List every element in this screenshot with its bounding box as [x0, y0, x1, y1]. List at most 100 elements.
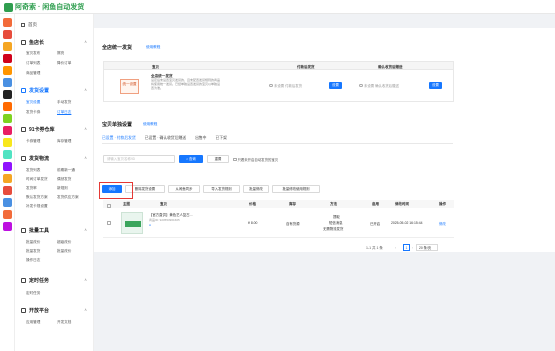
table-row[interactable]: 【官方直供】黄色艺人复古... 商品ID: 920553961605 A ¥ 8…	[103, 208, 454, 238]
sidebar-item[interactable]: 手动发货	[57, 100, 71, 105]
sidebar-item[interactable]: 擦亮	[57, 51, 64, 56]
chevron-up-icon[interactable]: ∧	[84, 227, 87, 232]
next-page-icon[interactable]: ›	[412, 246, 413, 250]
rail-app-icon[interactable]	[3, 78, 12, 87]
product-name[interactable]: 【官方直供】黄色艺人复古...	[149, 212, 193, 217]
rail-app-icon[interactable]	[3, 174, 12, 183]
col-item: 宝贝	[152, 64, 159, 69]
sidebar-item[interactable]: 发货卡券	[26, 110, 40, 115]
sidebar-item[interactable]: 操作日志	[26, 258, 40, 263]
sidebar-item[interactable]: 商品管理	[26, 71, 40, 76]
rail-app-icon[interactable]	[3, 102, 12, 111]
radio-paid[interactable]: 未设置 付款后发货	[269, 83, 302, 88]
sidebar-section-delivery[interactable]: 发货设置	[21, 87, 49, 94]
rail-app-icon[interactable]	[3, 126, 12, 135]
rail-app-icon[interactable]	[3, 138, 12, 147]
rail-app-icon[interactable]	[3, 162, 12, 171]
sidebar-item[interactable]: 前期新一通	[57, 168, 75, 173]
app-title: 阿奇索 · 闲鱼自动发货	[15, 4, 85, 11]
unified-help-link[interactable]: 使用教程	[146, 45, 160, 50]
rail-app-icon[interactable]	[3, 210, 12, 219]
sidebar-item[interactable]: 应用管理	[26, 320, 40, 325]
page-size-select[interactable]: 20 条/页	[416, 244, 438, 251]
sidebar-section-coupon[interactable]: 91卡券仓库	[21, 126, 55, 133]
product-price: ¥ 8.00	[248, 221, 258, 225]
rail-app-icon[interactable]	[3, 198, 12, 207]
sidebar-item[interactable]: 补发卡规设置	[26, 204, 48, 209]
sidebar-item[interactable]: 偶然发货	[57, 177, 71, 182]
set-confirm-button[interactable]: 设置	[429, 82, 442, 89]
chevron-up-icon[interactable]: ∧	[84, 87, 87, 92]
app-logo[interactable]: 阿奇索 · 闲鱼自动发货	[4, 2, 84, 12]
row-checkbox[interactable]	[107, 221, 111, 225]
rail-app-icon[interactable]	[3, 186, 12, 195]
sidebar: 首页 鱼店长 ∧ 宝贝发布 擦亮 订单列表 降价订单 商品管理 发货设置 ∧ 宝…	[15, 14, 94, 351]
sidebar-item[interactable]: 定时任务	[26, 291, 40, 296]
sidebar-item[interactable]: 发货供应方案	[57, 195, 79, 200]
rail-app-icon[interactable]	[3, 222, 12, 231]
sidebar-section-logistics[interactable]: 发货物流	[21, 155, 49, 162]
edit-link[interactable]: 修改	[439, 221, 446, 226]
chevron-up-icon[interactable]: ∧	[84, 155, 87, 160]
rail-app-icon[interactable]	[3, 42, 12, 51]
modified-time: 2025-05-02 16:15:44	[391, 221, 423, 225]
sidebar-item[interactable]: 发货列表	[26, 168, 40, 173]
sidebar-section-scheduled[interactable]: 定时任务	[21, 277, 49, 284]
search-button[interactable]: ⌕ 查询	[179, 155, 203, 163]
rail-app-icon[interactable]	[3, 18, 12, 27]
sidebar-item[interactable]: 批量改价	[57, 249, 71, 254]
batch-edit-rules-button[interactable]: 批量修改使用规则	[272, 185, 320, 193]
sidebar-item[interactable]: 时间订单发货	[26, 177, 48, 182]
goods-table-header: 主图 宝贝 价格 库存 方法 启用 修改时间 操作	[103, 200, 454, 208]
set-paid-button[interactable]: 设置	[329, 82, 342, 89]
rail-app-icon[interactable]	[3, 54, 12, 63]
chevron-up-icon[interactable]: ∧	[84, 277, 87, 282]
sidebar-item-active[interactable]: 宝贝设置	[26, 100, 40, 105]
chevron-up-icon[interactable]: ∧	[84, 126, 87, 131]
unified-tag: 统一设置	[120, 79, 139, 94]
sync-button[interactable]: 从闲鱼同步	[168, 185, 200, 193]
import-rules-button[interactable]: 导入发货规则	[203, 185, 240, 193]
sidebar-section-yudianzhang[interactable]: 鱼店长	[21, 39, 44, 46]
sidebar-section-open-platform[interactable]: 开放平台	[21, 307, 49, 314]
page-current[interactable]: 1	[403, 244, 410, 251]
only-unset-checkbox[interactable]: 只看未开启自动发货的宝贝	[233, 157, 278, 162]
sidebar-item[interactable]: 默认发货方案	[26, 195, 48, 200]
sidebar-item[interactable]: 卡券管理	[26, 139, 40, 144]
single-help-link[interactable]: 使用教程	[143, 122, 157, 127]
sidebar-item[interactable]: 订单日志	[57, 110, 71, 115]
gift-icon	[21, 88, 26, 93]
rail-app-icon[interactable]	[3, 150, 12, 159]
col-goods: 宝贝	[160, 202, 167, 206]
sidebar-section-batch[interactable]: 批量工具	[21, 227, 49, 234]
rail-app-icon[interactable]	[3, 114, 12, 123]
sidebar-item[interactable]: 开发文档	[57, 320, 71, 325]
sidebar-item[interactable]: 降价订单	[57, 61, 71, 66]
sidebar-item[interactable]: 超级改价	[57, 240, 71, 245]
select-all-checkbox[interactable]	[107, 204, 111, 208]
col-method: 方法	[330, 202, 337, 206]
batch-edit-button[interactable]: 批量修改	[243, 185, 269, 193]
radio-confirm[interactable]: 未设置 确认收货后赠送	[359, 83, 399, 88]
sidebar-item[interactable]: 批量改价	[26, 240, 40, 245]
col-price: 价格	[249, 202, 256, 206]
prev-page-icon[interactable]: ‹	[395, 246, 396, 250]
col-paid: 付款后发货	[297, 64, 315, 69]
sidebar-item[interactable]: 发货率	[26, 186, 37, 191]
sidebar-item[interactable]: 宝贝发布	[26, 51, 40, 56]
sidebar-item[interactable]: 订单列表	[26, 61, 40, 66]
sidebar-item[interactable]: 库存管理	[57, 139, 71, 144]
chevron-up-icon[interactable]: ∧	[84, 307, 87, 312]
chevron-up-icon[interactable]: ∧	[84, 39, 87, 44]
tab-divider	[102, 143, 453, 144]
search-input[interactable]: 请输入宝贝名称/ID	[103, 155, 175, 163]
sidebar-item[interactable]: 新规则	[57, 186, 68, 191]
home-icon	[21, 23, 25, 27]
rail-app-icon[interactable]	[3, 30, 12, 39]
product-thumbnail[interactable]	[121, 212, 143, 234]
reset-button[interactable]: 重置	[207, 155, 229, 163]
sidebar-item[interactable]: 批量发货	[26, 249, 40, 254]
rail-app-icon[interactable]	[3, 66, 12, 75]
sidebar-home[interactable]: 首页	[21, 22, 37, 28]
rail-app-icon[interactable]	[3, 90, 12, 99]
